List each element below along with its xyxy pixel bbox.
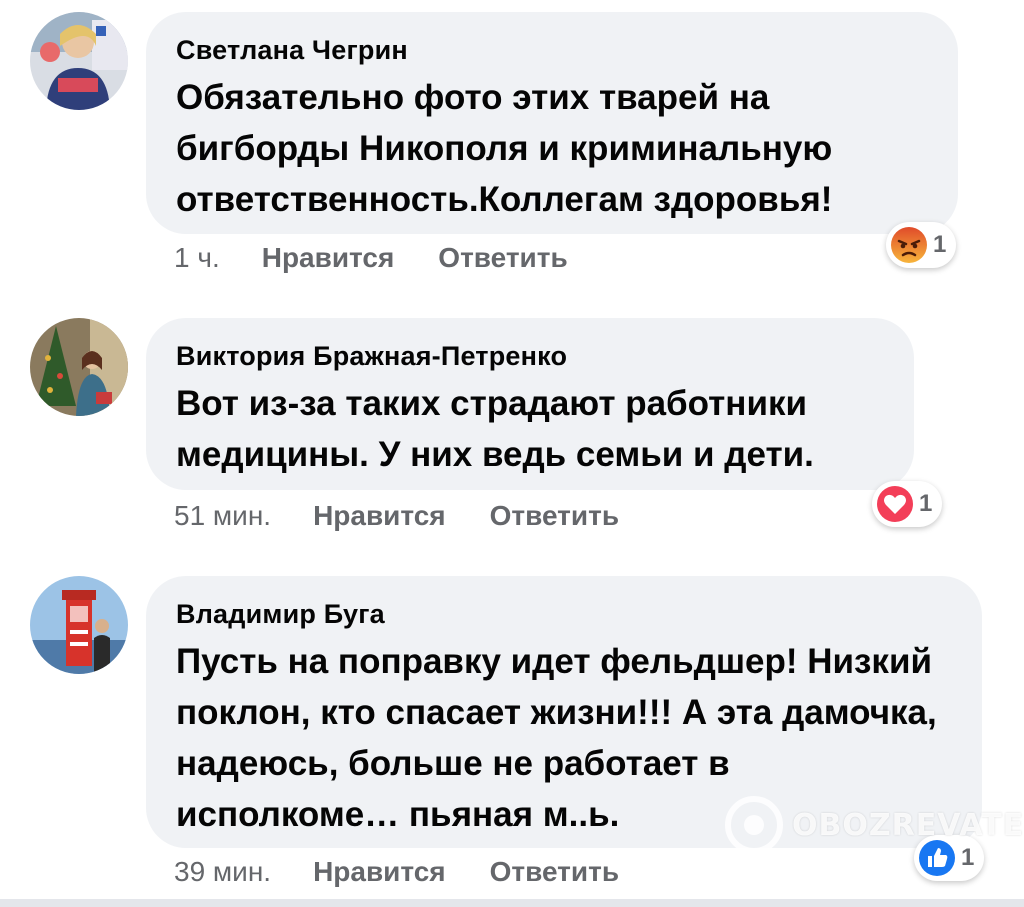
comment-text: Вот из-за таких страдают работники медиц… — [176, 384, 814, 474]
comment-author[interactable]: Виктория Бражная-Петренко — [176, 338, 884, 374]
avatar-photo — [30, 318, 128, 416]
like-button[interactable]: Нравится — [313, 500, 446, 532]
watermark-logo-icon — [725, 796, 783, 854]
avatar[interactable] — [30, 318, 128, 416]
comment-timestamp[interactable]: 1 ч. — [174, 242, 220, 274]
comment-bubble: Светлана Чегрин Обязательно фото этих тв… — [146, 12, 958, 234]
watermark-text: OBOZREVATEL — [792, 807, 1024, 843]
watermark: OBOZREVATEL — [724, 795, 1024, 855]
avatar-photo — [30, 576, 128, 674]
reply-button[interactable]: Ответить — [438, 242, 567, 274]
avatar[interactable] — [30, 576, 128, 674]
comment-timestamp[interactable]: 39 мин. — [174, 856, 271, 888]
comment-actions: 1 ч. Нравится Ответить — [174, 242, 568, 274]
heart-icon — [877, 486, 913, 522]
reaction-count: 1 — [933, 231, 947, 258]
comment-bubble: Виктория Бражная-Петренко Вот из-за таки… — [146, 318, 914, 490]
reply-button[interactable]: Ответить — [490, 856, 619, 888]
comment-thread: Светлана Чегрин Обязательно фото этих тв… — [0, 0, 1024, 907]
avatar[interactable] — [30, 12, 128, 110]
reaction-summary[interactable]: 1 — [886, 222, 957, 268]
angry-icon — [891, 227, 927, 263]
comment-author[interactable]: Владимир Буга — [176, 596, 952, 632]
comment-author[interactable]: Светлана Чегрин — [176, 32, 928, 68]
reply-button[interactable]: Ответить — [490, 500, 619, 532]
like-button[interactable]: Нравится — [262, 242, 395, 274]
comment-timestamp[interactable]: 51 мин. — [174, 500, 271, 532]
reaction-count: 1 — [919, 490, 933, 517]
avatar-photo — [30, 12, 128, 110]
reaction-summary[interactable]: 1 — [872, 481, 943, 527]
like-button[interactable]: Нравится — [313, 856, 446, 888]
divider — [0, 899, 1024, 907]
comment-actions: 51 мин. Нравится Ответить — [174, 500, 619, 532]
comment-text: Обязательно фото этих тварей на бигборды… — [176, 78, 833, 219]
comment-actions: 39 мин. Нравится Ответить — [174, 856, 619, 888]
